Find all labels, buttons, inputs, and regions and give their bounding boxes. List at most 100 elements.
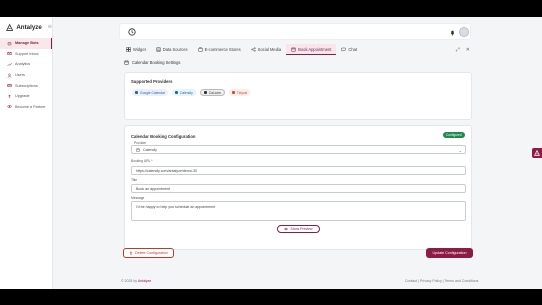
calendar-icon bbox=[135, 91, 138, 94]
widget-icon bbox=[126, 47, 131, 52]
providers-title: Supported Providers bbox=[131, 79, 173, 84]
users-icon bbox=[7, 73, 12, 78]
eye-icon bbox=[284, 227, 289, 231]
booking-url-label: Booking URL * bbox=[131, 159, 153, 163]
bell-icon[interactable] bbox=[449, 29, 456, 36]
tab-book-appointment[interactable]: Book Appointment bbox=[286, 44, 337, 55]
trash-icon bbox=[129, 251, 133, 255]
sidebar-item-users[interactable]: Users bbox=[0, 70, 52, 81]
bot-icon bbox=[7, 42, 12, 46]
provider-chip-calendly: Calendly bbox=[171, 89, 196, 96]
configuration-title: Calendar Booking Configuration bbox=[131, 134, 196, 139]
footer-copyright: © 2025 by Antalyze bbox=[121, 279, 151, 283]
footer-copyright-text: © 2025 bbox=[121, 279, 133, 283]
sidebar-collapse-icon[interactable]: ⊖ bbox=[48, 24, 52, 30]
calendar-icon bbox=[174, 91, 178, 94]
sidebar-item-support-inbox[interactable]: Support Inbox bbox=[0, 49, 52, 60]
provider-chips: Google Calendar Calendly Cal.com Tidycal bbox=[132, 89, 251, 96]
tab-label: Widget bbox=[133, 47, 146, 52]
bot-icon bbox=[534, 150, 540, 156]
configuration-card: Calendar Booking Configuration Configure… bbox=[124, 125, 472, 250]
provider-chip-label: Tidycal bbox=[236, 90, 248, 95]
calendar-icon bbox=[291, 47, 296, 51]
tab-label: Book Appointment bbox=[298, 46, 332, 52]
brand[interactable]: Antalyze ⊖ bbox=[0, 17, 52, 37]
calendar-icon bbox=[203, 91, 207, 94]
card-icon bbox=[7, 84, 12, 88]
tab-label: Chat bbox=[348, 47, 358, 52]
tab-chat[interactable]: Chat bbox=[336, 44, 362, 55]
expand-icon[interactable]: ⤢ bbox=[456, 47, 460, 53]
show-preview-button[interactable]: Show Preview bbox=[277, 225, 320, 233]
tab-social-media[interactable]: Social Media bbox=[246, 44, 286, 55]
footer-by: by bbox=[133, 279, 138, 283]
upgrade-icon bbox=[8, 94, 11, 99]
provider-chip-label: Calendly bbox=[179, 90, 193, 95]
sidebar-item-become-partner[interactable]: Become a Partner bbox=[0, 102, 52, 113]
sidebar-item-label: Users bbox=[15, 73, 25, 78]
sidebar-item-label: Upgrade bbox=[15, 94, 30, 99]
section-title-text: Calendar Booking Settings bbox=[132, 60, 181, 65]
calendar-icon bbox=[231, 91, 235, 94]
tab-widget[interactable]: Widget bbox=[121, 44, 151, 55]
footer-links[interactable]: Contact | Privacy Policy | Terms and Con… bbox=[405, 279, 478, 283]
chart-icon bbox=[7, 62, 12, 67]
partner-icon bbox=[7, 105, 12, 109]
title-value: Book an appointment bbox=[136, 186, 170, 191]
chat-icon bbox=[341, 47, 346, 52]
tab-tools: ⤢ ✕ bbox=[456, 44, 473, 56]
antalyze-logo-icon bbox=[6, 23, 14, 31]
store-icon bbox=[198, 47, 203, 52]
provider-select-value: Calendly bbox=[143, 147, 157, 152]
brand-name: Antalyze bbox=[16, 23, 42, 31]
sidebar-item-label: Analytics bbox=[15, 62, 31, 67]
sidebar: Antalyze ⊖ Manage Bots Support Inbox Ana… bbox=[0, 17, 53, 289]
provider-select[interactable]: Calendly ⌄ bbox=[131, 145, 466, 154]
close-icon[interactable]: ✕ bbox=[466, 47, 470, 53]
floating-chat-button[interactable] bbox=[532, 148, 542, 158]
user-avatar[interactable] bbox=[459, 27, 469, 37]
provider-chip-label: Google Calendar bbox=[140, 90, 165, 95]
providers-card: Supported Providers Google Calendar Cale… bbox=[124, 72, 472, 120]
footer-brand-link[interactable]: Antalyze bbox=[138, 279, 151, 283]
message-textarea[interactable]: I'd be happy to help you schedule an app… bbox=[131, 201, 466, 221]
sidebar-item-label: Support Inbox bbox=[15, 51, 39, 56]
share-icon bbox=[251, 47, 256, 52]
tab-data-sources[interactable]: Data Sources bbox=[151, 44, 193, 55]
section-title: Calendar Booking Settings bbox=[124, 60, 180, 65]
delete-configuration-label: Delete Configuration bbox=[135, 251, 168, 255]
tab-label: E-commerce Stores bbox=[204, 47, 241, 52]
booking-url-value: https://calendly.com/antalyze/demo-30 bbox=[136, 168, 198, 173]
update-configuration-button[interactable]: Update Configuration bbox=[426, 248, 473, 258]
tabs-spacer bbox=[362, 44, 456, 56]
bot-tabs: Widget Data Sources E-commerce Stores So… bbox=[121, 44, 473, 56]
show-preview-label: Show Preview bbox=[290, 227, 313, 231]
tab-ecommerce-stores[interactable]: E-commerce Stores bbox=[193, 44, 246, 55]
top-bar bbox=[119, 23, 471, 40]
sidebar-item-label: Manage Bots bbox=[15, 41, 39, 46]
status-badge: Configured bbox=[443, 132, 465, 138]
inbox-icon bbox=[7, 52, 12, 56]
calendar-icon bbox=[124, 60, 129, 65]
calendar-icon bbox=[136, 148, 140, 152]
provider-chip-google-calendar: Google Calendar bbox=[132, 89, 168, 96]
sidebar-item-upgrade[interactable]: Upgrade bbox=[0, 91, 52, 102]
booking-url-input[interactable]: https://calendly.com/antalyze/demo-30 bbox=[131, 166, 466, 175]
provider-chip-label: Cal.com bbox=[208, 90, 221, 95]
sidebar-item-label: Become a Partner bbox=[15, 104, 46, 109]
provider-chip-tidycal: Tidycal bbox=[228, 89, 251, 96]
tab-label: Social Media bbox=[257, 47, 282, 52]
message-label: Message bbox=[131, 196, 145, 200]
title-input[interactable]: Book an appointment bbox=[131, 184, 466, 193]
provider-chip-calcom: Cal.com bbox=[199, 89, 225, 96]
sidebar-item-subscriptions[interactable]: Subscriptions bbox=[0, 80, 52, 91]
delete-configuration-button[interactable]: Delete Configuration bbox=[123, 248, 174, 258]
chevron-down-icon: ⌄ bbox=[458, 148, 462, 153]
title-label: Title bbox=[131, 178, 138, 182]
sidebar-nav: Manage Bots Support Inbox Analytics User… bbox=[0, 38, 52, 112]
clock-icon[interactable] bbox=[128, 28, 136, 36]
sidebar-item-manage-bots[interactable]: Manage Bots bbox=[0, 38, 52, 49]
sidebar-item-analytics[interactable]: Analytics bbox=[0, 59, 52, 70]
database-icon bbox=[156, 47, 161, 52]
message-value: I'd be happy to help you schedule an app… bbox=[136, 205, 216, 209]
